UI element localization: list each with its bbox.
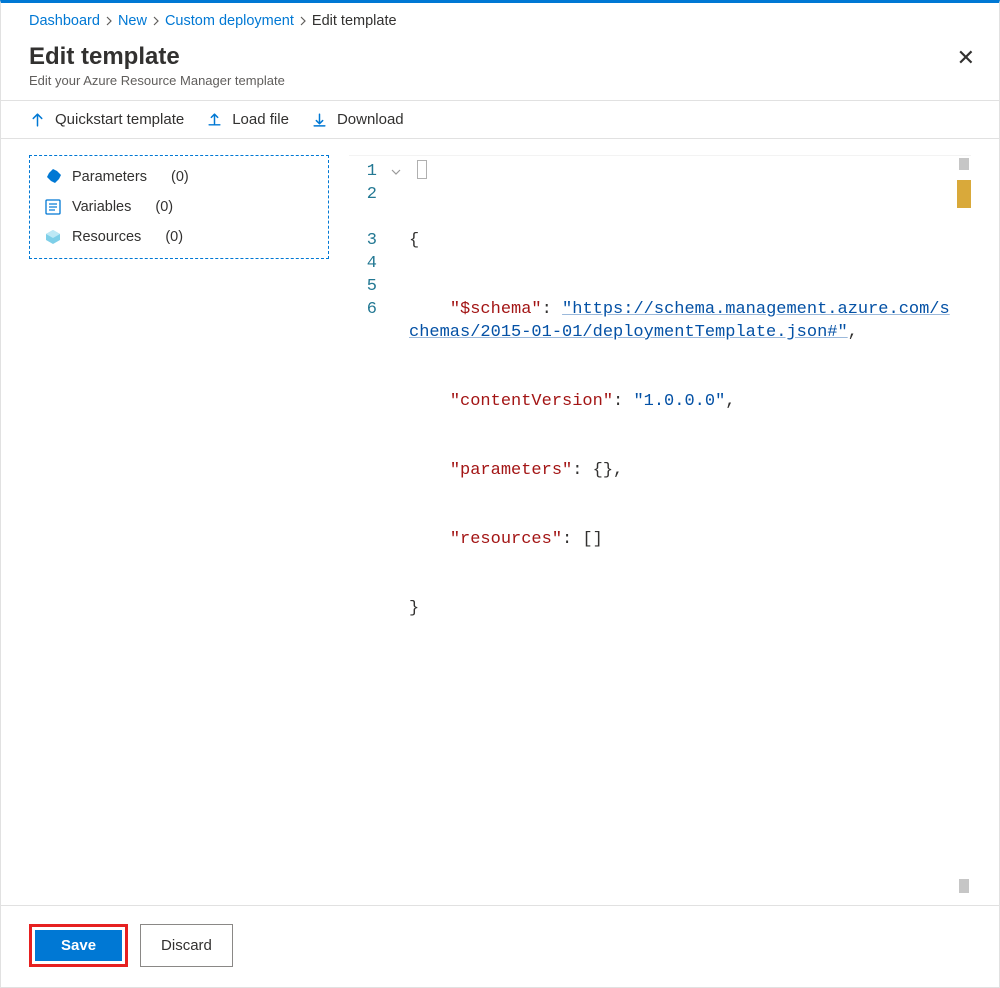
line-gutter: 1 2 3 4 5 6 xyxy=(349,156,391,895)
outline-label: Resources xyxy=(72,229,141,245)
editor-scrollbar[interactable] xyxy=(957,156,971,895)
outline-count: (0) xyxy=(165,229,183,245)
chevron-right-icon xyxy=(104,16,114,26)
outline-parameters[interactable]: Parameters (0) xyxy=(30,162,328,192)
close-icon[interactable]: ✕ xyxy=(953,43,979,73)
json-editor[interactable]: 1 2 3 4 5 6 { "$schema": "https://schema… xyxy=(349,155,971,895)
breadcrumb-custom-deployment[interactable]: Custom deployment xyxy=(165,13,294,29)
outline-resources[interactable]: Resources (0) xyxy=(30,222,328,252)
chevron-right-icon xyxy=(151,16,161,26)
fold-column xyxy=(391,156,409,895)
load-file-button[interactable]: Load file xyxy=(206,111,289,128)
highlight-annotation: Save xyxy=(29,924,128,967)
breadcrumb-dashboard[interactable]: Dashboard xyxy=(29,13,100,29)
parameters-icon xyxy=(44,168,62,186)
discard-button[interactable]: Discard xyxy=(140,924,233,967)
breadcrumb-new[interactable]: New xyxy=(118,13,147,29)
upload-file-icon xyxy=(206,111,223,128)
command-bar: Quickstart template Load file Download xyxy=(1,101,999,139)
text-cursor xyxy=(417,160,427,179)
quickstart-template-button[interactable]: Quickstart template xyxy=(29,111,184,128)
page-title: Edit template xyxy=(29,43,285,71)
chevron-right-icon xyxy=(298,16,308,26)
toolbar-label: Download xyxy=(337,111,404,128)
page-subtitle: Edit your Azure Resource Manager templat… xyxy=(29,73,285,88)
save-button[interactable]: Save xyxy=(35,930,122,961)
main-content: Parameters (0) Variables (0) Resources (… xyxy=(1,139,999,905)
arrow-up-icon xyxy=(29,111,46,128)
chevron-down-icon[interactable] xyxy=(391,160,409,183)
outline-count: (0) xyxy=(171,169,189,185)
blade-header: Edit template Edit your Azure Resource M… xyxy=(1,37,999,101)
code-area[interactable]: { "$schema": "https://schema.management.… xyxy=(409,156,957,895)
download-button[interactable]: Download xyxy=(311,111,404,128)
outline-count: (0) xyxy=(155,199,173,215)
download-icon xyxy=(311,111,328,128)
outline-label: Variables xyxy=(72,199,131,215)
variables-icon xyxy=(44,198,62,216)
outline-variables[interactable]: Variables (0) xyxy=(30,192,328,222)
resources-icon xyxy=(44,228,62,246)
breadcrumb: Dashboard New Custom deployment Edit tem… xyxy=(1,3,999,37)
edit-template-blade: Dashboard New Custom deployment Edit tem… xyxy=(0,0,1000,988)
toolbar-label: Quickstart template xyxy=(55,111,184,128)
footer-actions: Save Discard xyxy=(1,905,999,987)
breadcrumb-current: Edit template xyxy=(312,13,397,29)
template-outline: Parameters (0) Variables (0) Resources (… xyxy=(29,155,329,259)
outline-label: Parameters xyxy=(72,169,147,185)
toolbar-label: Load file xyxy=(232,111,289,128)
